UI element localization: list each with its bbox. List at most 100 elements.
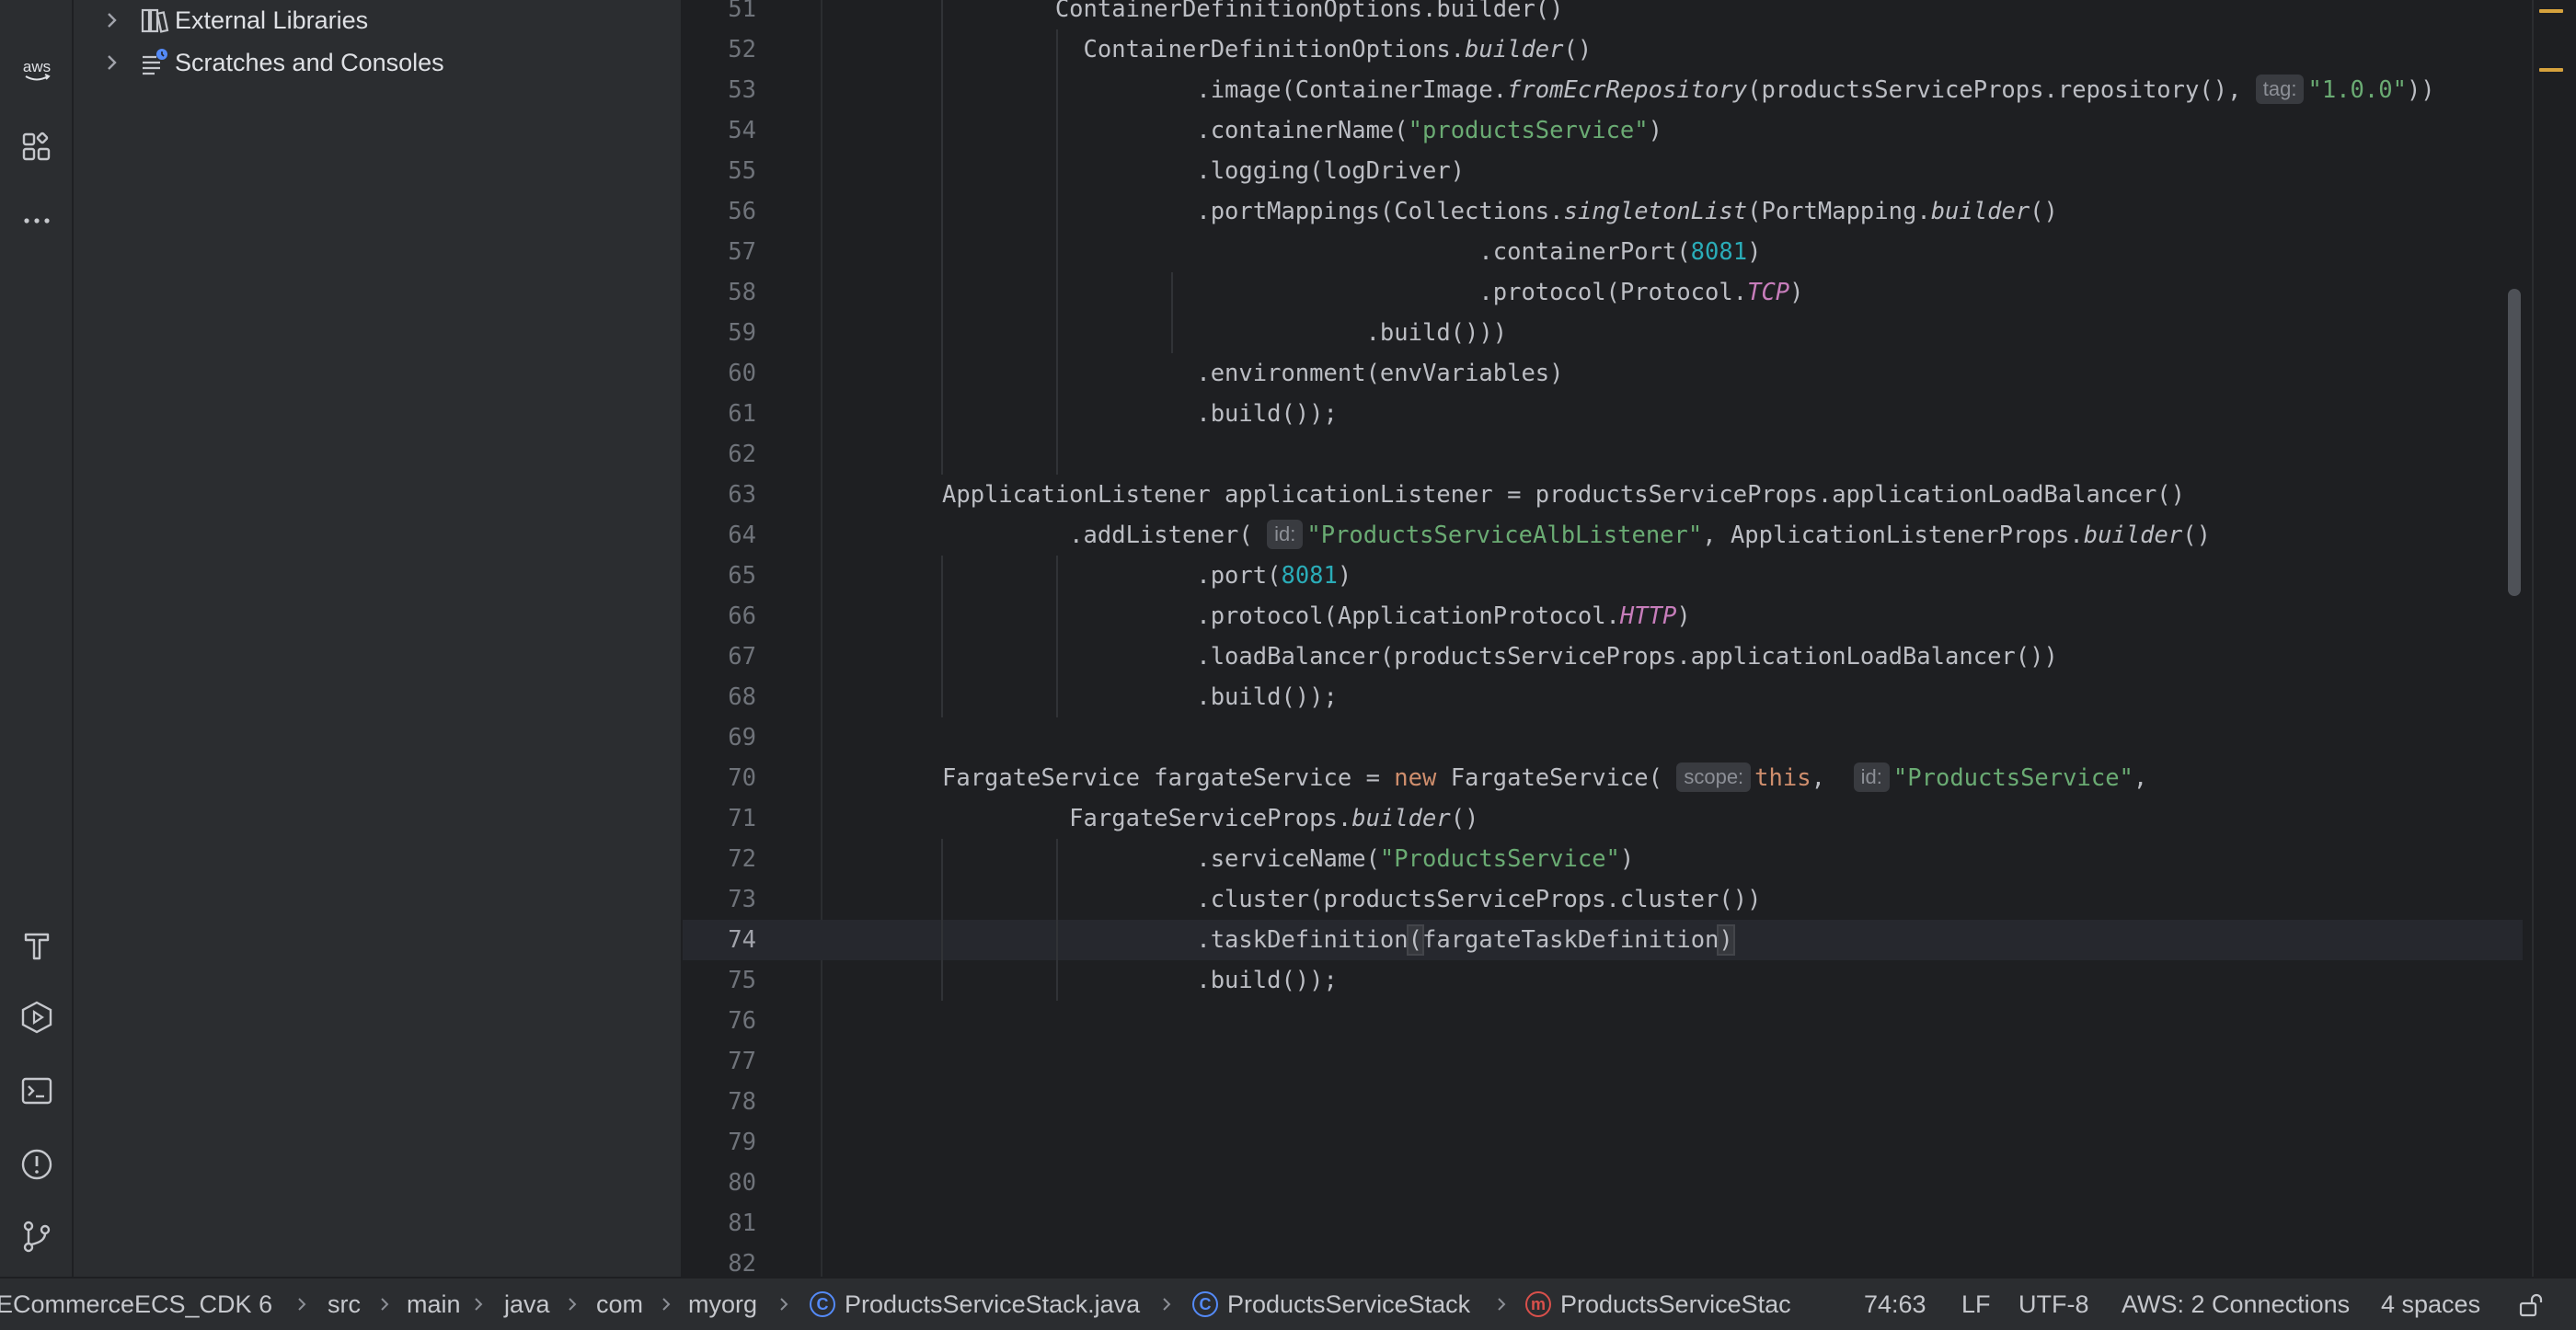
svg-text:aws: aws xyxy=(23,58,51,75)
tree-item-external-libraries[interactable]: External Libraries xyxy=(74,0,681,40)
code-line[interactable]: 53 .image(ContainerImage.fromEcrReposito… xyxy=(683,70,2523,110)
code-line[interactable]: 80 xyxy=(683,1163,2523,1203)
code-line[interactable]: 70 FargateService fargateService = new Fa… xyxy=(683,758,2523,798)
line-separator[interactable]: LF xyxy=(1961,1278,1991,1330)
code-text: .loadBalancer(productsServiceProps.appli… xyxy=(942,636,2058,677)
code-token: ) xyxy=(1789,279,1804,306)
code-token: (productsServiceProps.repository(), xyxy=(1747,76,2256,104)
breadcrumb-main[interactable]: main xyxy=(407,1278,461,1330)
code-line[interactable]: 65 .port(8081) xyxy=(683,556,2523,596)
code-token: .protocol(ApplicationProtocol. xyxy=(942,602,1620,630)
line-number: 79 xyxy=(728,1129,756,1156)
editor-scrollbar[interactable] xyxy=(2508,0,2521,1277)
line-number: 54 xyxy=(728,117,756,144)
code-line[interactable]: 55 .logging(logDriver) xyxy=(683,151,2523,191)
code-line[interactable]: 63 ApplicationListener applicationListene… xyxy=(683,475,2523,515)
code-line[interactable]: 59 .build())) xyxy=(683,313,2523,353)
chevron-right-icon xyxy=(780,1298,788,1311)
breadcrumb-myorg[interactable]: myorg xyxy=(688,1278,757,1330)
services-icon[interactable] xyxy=(15,995,59,1039)
tree-item-label: Scratches and Consoles xyxy=(175,48,444,76)
code-token: .taskDefinition xyxy=(942,926,1409,954)
code-line[interactable]: 73 .cluster(productsServiceProps.cluster… xyxy=(683,879,2523,920)
code-token: .serviceName( xyxy=(942,845,1380,873)
line-number: 70 xyxy=(728,764,756,792)
code-token: builder xyxy=(1465,36,1564,63)
chevron-right-icon[interactable] xyxy=(99,7,125,33)
structure-icon[interactable] xyxy=(15,125,59,169)
code-token: .portMappings(Collections. xyxy=(942,198,1564,225)
code-line[interactable]: 75 .build()); xyxy=(683,960,2523,1001)
code-editor[interactable]: 51 ContainerDefinitionOptions.builder() 5… xyxy=(683,0,2576,1277)
indent-guide xyxy=(1056,29,1058,475)
code-line[interactable]: 82 xyxy=(683,1244,2523,1277)
code-line[interactable]: 69 xyxy=(683,717,2523,758)
error-stripe xyxy=(2532,0,2576,1277)
line-number: 53 xyxy=(728,76,756,104)
breadcrumb-file[interactable]: ProductsServiceStack.java xyxy=(845,1278,1140,1330)
code-token: FargateService( xyxy=(1436,764,1677,792)
code-token: FargateService fargateService = xyxy=(942,764,1395,792)
more-icon[interactable] xyxy=(15,199,59,243)
code-line[interactable]: 51 ContainerDefinitionOptions.builder() xyxy=(683,0,2523,29)
code-text: .environment(envVariables) xyxy=(942,353,1563,394)
scrollbar-thumb[interactable] xyxy=(2508,289,2521,596)
problems-icon[interactable] xyxy=(15,1142,59,1187)
chevron-right-icon xyxy=(381,1298,389,1311)
code-line[interactable]: 67 .loadBalancer(productsServiceProps.ap… xyxy=(683,636,2523,677)
code-line[interactable]: 79 xyxy=(683,1122,2523,1163)
aws-connections[interactable]: AWS: 2 Connections xyxy=(2122,1278,2350,1330)
lock-open-icon[interactable] xyxy=(2517,1291,2545,1319)
code-line[interactable]: 64 .addListener( id: "ProductsServiceAlbL… xyxy=(683,515,2523,556)
breadcrumb-project[interactable]: ECommerceECS_CDK 6 xyxy=(0,1278,272,1330)
line-number: 60 xyxy=(728,360,756,387)
code-token: () xyxy=(1450,805,1479,832)
code-line[interactable]: 62 xyxy=(683,434,2523,475)
code-line[interactable]: 60 .environment(envVariables) xyxy=(683,353,2523,394)
chevron-right-icon[interactable] xyxy=(99,50,125,75)
indent-guide xyxy=(1056,839,1058,1001)
breadcrumb-class[interactable]: ProductsServiceStack xyxy=(1227,1278,1470,1330)
code-token: .protocol(Protocol. xyxy=(942,279,1748,306)
code-line[interactable]: 71 FargateServiceProps.builder() xyxy=(683,798,2523,839)
indent-guide xyxy=(941,556,943,717)
breadcrumb-com[interactable]: com xyxy=(596,1278,643,1330)
indent-setting[interactable]: 4 spaces xyxy=(2381,1278,2480,1330)
build-icon[interactable] xyxy=(15,923,59,968)
code-line[interactable]: 68 .build()); xyxy=(683,677,2523,717)
line-number: 56 xyxy=(728,198,756,225)
code-line[interactable]: 77 xyxy=(683,1041,2523,1082)
code-line[interactable]: 52 ContainerDefinitionOptions.builder() xyxy=(683,29,2523,70)
code-text: .port(8081) xyxy=(942,556,1351,596)
warning-marker[interactable] xyxy=(2539,9,2563,13)
line-number: 69 xyxy=(728,724,756,751)
code-line[interactable]: 61 .build()); xyxy=(683,394,2523,434)
code-line[interactable]: 78 xyxy=(683,1082,2523,1122)
code-line[interactable]: 72 .serviceName("ProductsService") xyxy=(683,839,2523,879)
line-number: 75 xyxy=(728,967,756,994)
breadcrumb-src[interactable]: src xyxy=(328,1278,361,1330)
code-line[interactable]: 76 xyxy=(683,1001,2523,1041)
line-number: 76 xyxy=(728,1007,756,1035)
code-token: () xyxy=(2182,522,2211,549)
aws-icon[interactable]: aws xyxy=(15,48,59,92)
code-line[interactable]: 58 .protocol(Protocol.TCP) xyxy=(683,272,2523,313)
code-token: ) xyxy=(1648,117,1662,144)
git-icon[interactable] xyxy=(15,1214,59,1258)
status-bar: ECommerceECS_CDK 6 src main java com myo… xyxy=(0,1277,2576,1330)
code-line[interactable]: 66 .protocol(ApplicationProtocol.HTTP) xyxy=(683,596,2523,636)
breadcrumb-java[interactable]: java xyxy=(504,1278,550,1330)
code-line[interactable]: 57 .containerPort(8081) xyxy=(683,232,2523,272)
code-line[interactable]: 56 .portMappings(Collections.singletonLi… xyxy=(683,191,2523,232)
tree-item-scratches[interactable]: Scratches and Consoles xyxy=(74,42,681,83)
file-encoding[interactable]: UTF-8 xyxy=(2018,1278,2089,1330)
warning-marker[interactable] xyxy=(2539,68,2563,72)
breadcrumb-method[interactable]: ProductsServiceStac xyxy=(1560,1278,1791,1330)
current-code-line[interactable]: 74 .taskDefinition(fargateTaskDefinition… xyxy=(683,920,2523,960)
terminal-icon[interactable] xyxy=(15,1069,59,1113)
line-number: 57 xyxy=(728,238,756,266)
code-line[interactable]: 81 xyxy=(683,1203,2523,1244)
code-token: ( xyxy=(1406,924,1425,956)
code-line[interactable]: 54 .containerName("productsService") xyxy=(683,110,2523,151)
caret-position[interactable]: 74:63 xyxy=(1864,1278,1926,1330)
